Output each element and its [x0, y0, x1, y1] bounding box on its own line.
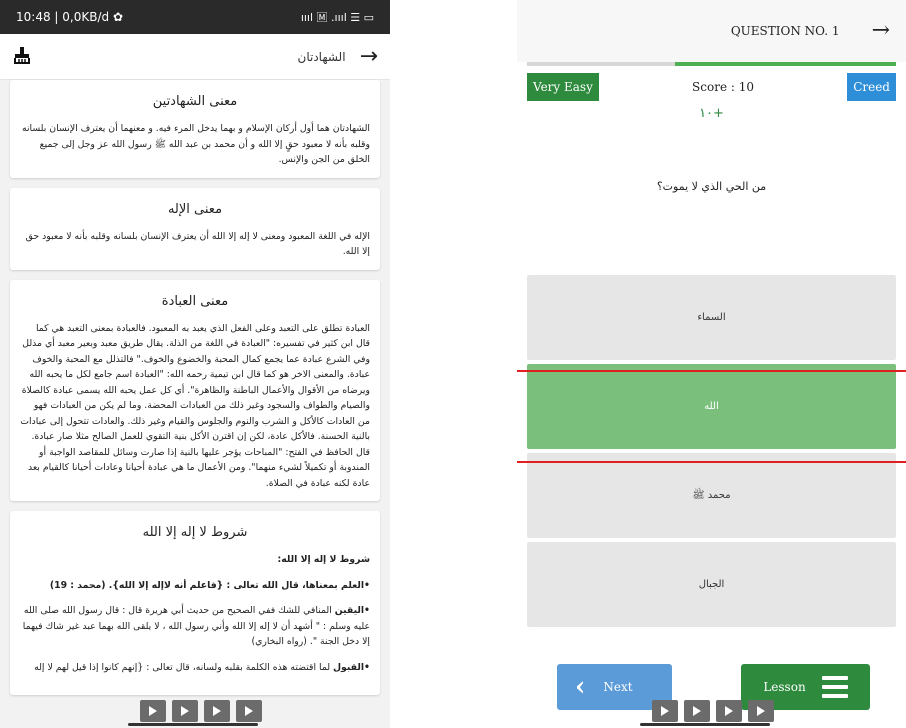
video-thumbnails — [640, 700, 774, 726]
play-icon[interactable] — [236, 700, 262, 722]
status-time: 10:48 | 0,0KB/d ✿ — [16, 10, 123, 24]
video-thumbnails — [128, 700, 262, 726]
card-ibada: معنى العبادة العبادة تطلق على التعبد وعل… — [10, 279, 380, 501]
lesson-label: Lesson — [763, 680, 806, 694]
signal-icons: ıııl 🄼 .ıııl ☰ ▭ — [300, 11, 374, 24]
option-4[interactable]: الجبال — [527, 542, 896, 627]
difficulty-badge: Very Easy — [527, 73, 599, 101]
card-title: شروط لا إله إلا الله — [142, 525, 248, 540]
condition-acceptance: •القبول لما اقتضته هذه الكلمة بقلبه ولسا… — [34, 661, 370, 673]
category-badge: Creed — [847, 73, 896, 101]
arrow-right-icon[interactable]: → — [360, 45, 378, 68]
score-text: Score : 10 — [692, 80, 754, 94]
clean-icon[interactable] — [12, 45, 32, 69]
option-3[interactable]: محمد ﷺ — [527, 453, 896, 538]
chevron-left-icon: ‹ — [575, 672, 586, 702]
question-number: QUESTION NO. 1 — [730, 24, 840, 38]
page-title: الشهادتان — [297, 49, 346, 64]
card-conditions: شروط لا إله إلا الله شروط لا إله إلا الل… — [10, 511, 380, 695]
answer-options: السماء الله محمد ﷺ الجبال — [517, 275, 906, 631]
play-icon[interactable] — [172, 700, 198, 722]
arrow-right-icon[interactable]: → — [872, 20, 890, 42]
card-title: معنى الشهادتين — [152, 94, 238, 109]
progress-bar — [527, 62, 896, 66]
option-2-correct[interactable]: الله — [527, 364, 896, 449]
score-row: Very Easy Score : 10 Creed — [527, 73, 896, 101]
card-text: الإله في اللغة المعبود ومعنى لا إله إلا … — [25, 230, 370, 258]
home-indicator — [128, 723, 258, 726]
play-icon[interactable] — [204, 700, 230, 722]
condition-certainty: •اليقين المنافي للشك ففي الصحيح من حديث … — [22, 605, 370, 647]
card-ilah: معنى الإله الإله في اللغة المعبود ومعنى … — [10, 187, 380, 270]
play-icon[interactable] — [140, 700, 166, 722]
question-header: QUESTION NO. 1 → — [517, 0, 906, 62]
status-bar: 10:48 | 0,0KB/d ✿ ıııl 🄼 .ıııl ☰ ▭ — [0, 0, 390, 34]
card-text: العبادة تطلق على التعبد وعلى الفعل الذي … — [20, 322, 370, 489]
play-icon[interactable] — [684, 700, 710, 722]
play-icon[interactable] — [652, 700, 678, 722]
home-indicator — [640, 723, 770, 726]
menu-icon — [821, 676, 848, 698]
left-screen: 10:48 | 0,0KB/d ✿ ıııl 🄼 .ıııl ☰ ▭ الشها… — [0, 0, 390, 728]
option-1[interactable]: السماء — [527, 275, 896, 360]
right-screen: QUESTION NO. 1 → Very Easy Score : 10 Cr… — [517, 0, 906, 728]
card-title: معنى العبادة — [161, 293, 229, 309]
play-icon[interactable] — [748, 700, 774, 722]
condition-knowledge: •العلم بمعناها، قال الله تعالى : {فاعلم … — [49, 579, 370, 591]
progress-fill — [674, 62, 896, 66]
card-shahadatain: معنى الشهادتين الشهادتان هما أول أركان ا… — [10, 80, 380, 178]
top-bar: الشهادتان → — [0, 34, 390, 80]
play-icon[interactable] — [716, 700, 742, 722]
card-title: معنى الإله — [167, 201, 223, 217]
card-text: الشهادتان هما أول أركان الإسلام و بهما ي… — [21, 123, 370, 165]
card-subtitle: شروط لا إله إلا الله: — [277, 554, 370, 565]
points-gain: ١٠+ — [699, 106, 724, 121]
gear-icon: ✿ — [112, 10, 123, 24]
lesson-content: معنى الشهادتين الشهادتان هما أول أركان ا… — [10, 80, 380, 728]
next-label: Next — [603, 680, 633, 694]
question-text: من الحي الذي لا يموت؟ — [656, 180, 767, 193]
